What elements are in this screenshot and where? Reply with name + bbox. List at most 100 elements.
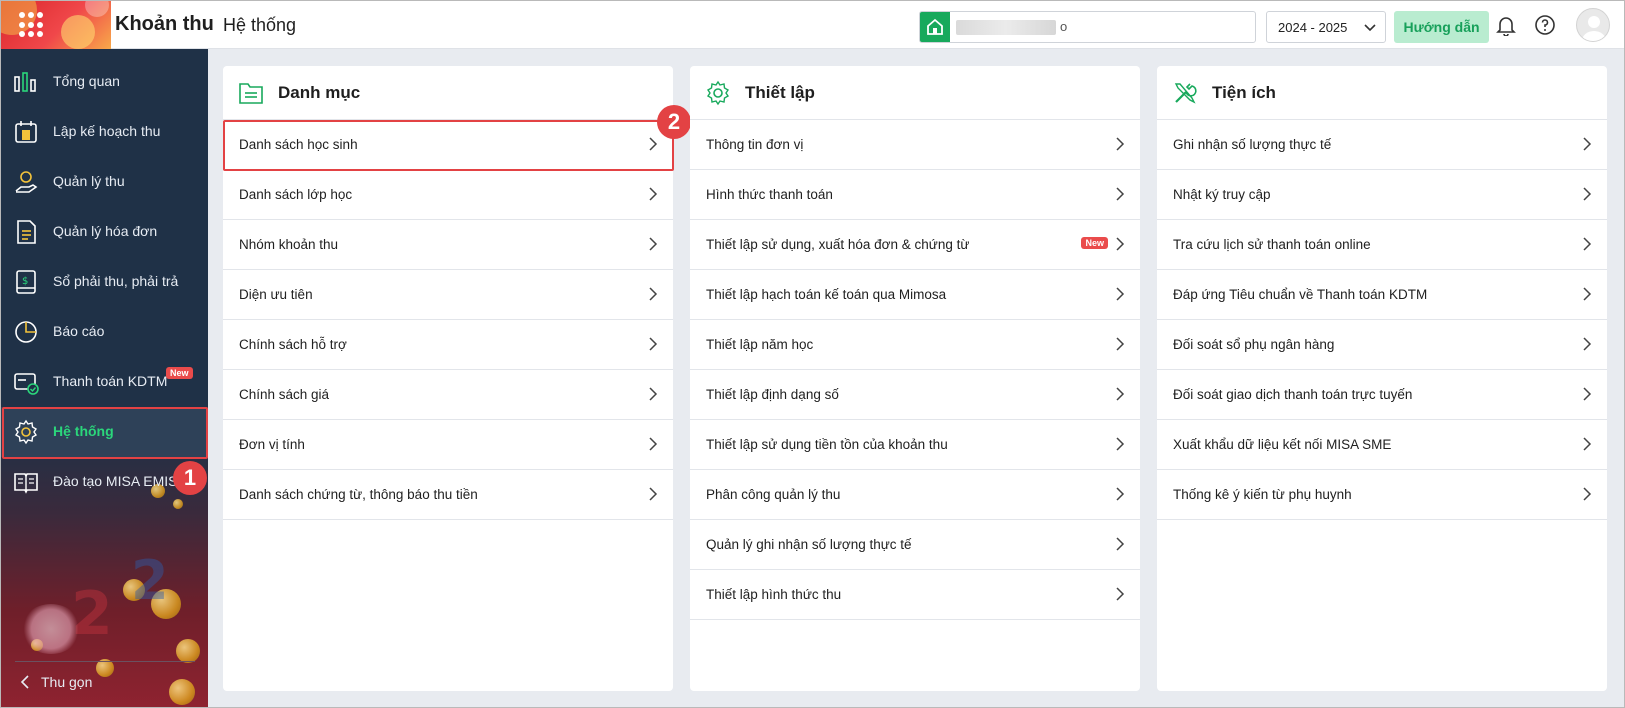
school-name: o — [1060, 19, 1068, 34]
step-badge-1: 1 — [173, 461, 207, 495]
sidebar-item-label: Báo cáo — [53, 323, 105, 339]
menu-item-parent-feedback[interactable]: Thống kê ý kiến từ phụ huynh — [1157, 470, 1607, 520]
menu-item-number-format[interactable]: Thiết lập định dạng số — [690, 370, 1140, 420]
avatar[interactable] — [1576, 8, 1610, 42]
collapse-label: Thu gọn — [41, 674, 93, 690]
bell-icon[interactable] — [1495, 14, 1517, 36]
menu-item-payment-history[interactable]: Tra cứu lịch sử thanh toán online — [1157, 220, 1607, 270]
menu-item-label: Thiết lập hạch toán kế toán qua Mimosa — [706, 287, 947, 302]
menu-item-label: Nhóm khoản thu — [239, 237, 339, 252]
menu-item-label: Đáp ứng Tiêu chuẩn về Thanh toán KDTM — [1173, 287, 1428, 302]
menu-item-collection-method[interactable]: Thiết lập hình thức thu — [690, 570, 1140, 620]
menu-item-price-policy[interactable]: Chính sách giá — [223, 370, 673, 420]
sidebar-item-manage[interactable]: Quản lý thu — [1, 157, 208, 207]
menu-item-document-list[interactable]: Danh sách chứng từ, thông báo thu tiền — [223, 470, 673, 520]
menu-item-support-policy[interactable]: Chính sách hỗ trợ — [223, 320, 673, 370]
collapse-sidebar-button[interactable]: Thu gọn — [19, 674, 92, 690]
sidebar-item-plan[interactable]: Lập kế hoạch thu — [1, 107, 208, 157]
menu-item-label: Chính sách giá — [239, 387, 330, 402]
chevron-right-icon — [1116, 137, 1125, 151]
menu-item-label: Phân công quản lý thu — [706, 487, 841, 502]
menu-item-priority[interactable]: Diện ưu tiên — [223, 270, 673, 320]
menu-item-record-quantity[interactable]: Ghi nhận số lượng thực tế — [1157, 120, 1607, 170]
sidebar-item-invoice[interactable]: Quản lý hóa đơn — [1, 207, 208, 257]
menu-item-label: Thông tin đơn vị — [706, 137, 804, 152]
chevron-right-icon — [649, 237, 658, 251]
menu-item-label: Ghi nhận số lượng thực tế — [1173, 137, 1332, 152]
menu-item-assignment[interactable]: Phân công quản lý thu — [690, 470, 1140, 520]
menu-item-unit[interactable]: Đơn vị tính — [223, 420, 673, 470]
menu-item-label: Đối soát giao dịch thanh toán trực tuyến — [1173, 387, 1413, 402]
chevron-right-icon — [1116, 537, 1125, 551]
chevron-right-icon — [1583, 187, 1592, 201]
sidebar-item-ledger[interactable]: $ Sổ phải thu, phải trả — [1, 257, 208, 307]
sidebar-item-overview[interactable]: Tổng quan — [1, 57, 208, 107]
card-title: Tiện ích — [1212, 83, 1276, 102]
bar-chart-icon — [14, 72, 36, 92]
sidebar-item-label: Quản lý hóa đơn — [53, 223, 158, 239]
menu-item-unit-info[interactable]: Thông tin đơn vị — [690, 120, 1140, 170]
app-grid-icon — [19, 12, 45, 38]
menu-item-online-reconcile[interactable]: Đối soát giao dịch thanh toán trực tuyến — [1157, 370, 1607, 420]
menu-item-label: Tra cứu lịch sử thanh toán online — [1173, 237, 1371, 252]
menu-item-payment-method[interactable]: Hình thức thanh toán — [690, 170, 1140, 220]
sidebar-item-kdtm[interactable]: Thanh toán KDTM New — [1, 357, 208, 407]
menu-item-actual-quantity[interactable]: Quản lý ghi nhận số lượng thực tế — [690, 520, 1140, 570]
card-title: Danh mục — [278, 83, 361, 102]
sidebar-divider — [15, 661, 195, 662]
chevron-right-icon — [649, 487, 658, 501]
menu-item-export-sme[interactable]: Xuất khẩu dữ liệu kết nối MISA SME — [1157, 420, 1607, 470]
chevron-right-icon — [1116, 487, 1125, 501]
guide-button[interactable]: Hướng dẫn — [1394, 11, 1489, 43]
invoice-icon — [17, 220, 36, 244]
menu-item-school-year[interactable]: Thiết lập năm học — [690, 320, 1140, 370]
menu-item-label: Thiết lập sử dụng, xuất hóa đơn & chứng … — [706, 237, 970, 252]
school-selector[interactable]: o — [919, 11, 1256, 43]
menu-item-label: Danh sách lớp học — [239, 187, 353, 202]
calendar-money-icon — [15, 121, 37, 143]
chevron-right-icon — [1583, 137, 1592, 151]
app-title: Khoản thu — [115, 13, 214, 35]
ledger-icon: $ — [16, 270, 36, 294]
sidebar-item-report[interactable]: Báo cáo — [1, 307, 208, 357]
sidebar-item-label: Tổng quan — [53, 73, 120, 89]
menu-item-balance[interactable]: Thiết lập sử dụng tiền tồn của khoản thu — [690, 420, 1140, 470]
menu-item-label: Đơn vị tính — [239, 437, 305, 452]
menu-item-fee-group[interactable]: Nhóm khoản thu — [223, 220, 673, 270]
pie-chart-icon — [15, 321, 37, 343]
tools-icon — [1174, 83, 1197, 104]
chevron-down-icon — [1364, 24, 1376, 32]
chevron-right-icon — [1583, 337, 1592, 351]
menu-item-label: Hình thức thanh toán — [706, 187, 833, 202]
help-icon[interactable] — [1534, 14, 1556, 36]
top-header: Khoản thu Hệ thống o 2024 - 2025 Hướng d… — [1, 1, 1624, 49]
menu-item-mimosa[interactable]: Thiết lập hạch toán kế toán qua Mimosa — [690, 270, 1140, 320]
chevron-right-icon — [1583, 237, 1592, 251]
menu-item-invoice-settings[interactable]: Thiết lập sử dụng, xuất hóa đơn & chứng … — [690, 220, 1140, 270]
card-header: Thiết lập — [690, 66, 1140, 120]
chevron-right-icon — [649, 387, 658, 401]
sidebar-item-label: Sổ phải thu, phải trả — [53, 273, 179, 289]
card-utilities: Tiện ích Ghi nhận số lượng thực tế Nhật … — [1157, 66, 1607, 691]
card-check-icon — [14, 373, 39, 395]
menu-item-label: Thiết lập hình thức thu — [706, 587, 842, 602]
page-title: Hệ thống — [223, 15, 297, 35]
folder-list-icon — [239, 83, 263, 104]
chevron-right-icon — [1116, 587, 1125, 601]
menu-item-access-log[interactable]: Nhật ký truy cập — [1157, 170, 1607, 220]
chevron-right-icon — [1116, 187, 1125, 201]
highlight-box-step2 — [223, 120, 674, 171]
app-menu-button[interactable] — [1, 1, 111, 49]
menu-item-label: Nhật ký truy cập — [1173, 187, 1271, 202]
hand-coin-icon — [15, 171, 38, 193]
app-window: Khoản thu Hệ thống o 2024 - 2025 Hướng d… — [0, 0, 1625, 708]
menu-item-kdtm-standard[interactable]: Đáp ứng Tiêu chuẩn về Thanh toán KDTM — [1157, 270, 1607, 320]
sidebar-item-label: Thanh toán KDTM — [53, 373, 168, 389]
chevron-right-icon — [1583, 387, 1592, 401]
chevron-right-icon — [649, 437, 658, 451]
chevron-right-icon — [649, 287, 658, 301]
menu-item-label: Chính sách hỗ trợ — [239, 337, 347, 352]
school-year-select[interactable]: 2024 - 2025 — [1266, 11, 1386, 43]
menu-item-class-list[interactable]: Danh sách lớp học — [223, 170, 673, 220]
menu-item-bank-reconcile[interactable]: Đối soát sổ phụ ngân hàng — [1157, 320, 1607, 370]
